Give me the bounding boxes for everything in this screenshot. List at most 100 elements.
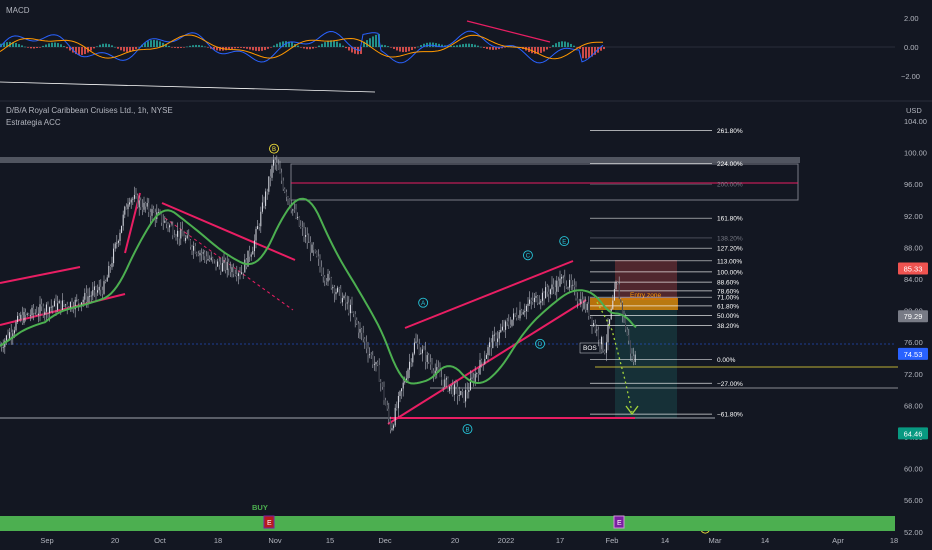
macd-bar — [372, 36, 374, 47]
macd-bar — [300, 47, 302, 48]
candle-body — [167, 224, 169, 228]
candle-body — [453, 384, 455, 395]
candle-body — [249, 250, 251, 257]
candle-body — [153, 209, 155, 212]
macd-bar — [60, 44, 62, 47]
macd-bar — [279, 42, 281, 47]
time-tick: 17 — [556, 536, 564, 545]
macd-bar — [342, 45, 344, 47]
candle-body — [50, 306, 52, 308]
candle-body — [517, 318, 519, 319]
candle-body — [175, 236, 177, 238]
candle-body — [402, 382, 404, 389]
price-tick: 88.00 — [904, 243, 923, 252]
fib-label: 100.00% — [717, 269, 743, 276]
macd-bar — [126, 47, 128, 52]
candle-body — [578, 301, 580, 304]
candle-body — [593, 323, 595, 326]
candle-body — [21, 314, 23, 323]
candle-body — [236, 274, 238, 276]
macd-bar — [318, 45, 320, 47]
candle-body — [97, 290, 99, 293]
candle-body — [601, 337, 603, 345]
candle-body — [183, 236, 185, 241]
candle-body — [141, 207, 143, 210]
candle-body — [60, 300, 62, 311]
candle-body — [615, 282, 617, 290]
candle-body — [367, 348, 369, 355]
price-tag-label: 85.33 — [904, 264, 923, 273]
macd-divergence-line-2 — [466, 20, 551, 43]
candle-body — [20, 314, 22, 320]
candle-body — [209, 259, 211, 260]
candle-body — [377, 362, 379, 366]
candle-body — [93, 286, 95, 290]
macd-bar — [567, 42, 569, 47]
candle-body — [92, 289, 94, 296]
indicator-name: Estrategia ACC — [6, 118, 61, 127]
candle-body — [322, 274, 324, 277]
macd-bar — [312, 47, 314, 49]
candle-body — [161, 213, 163, 223]
candle-body — [287, 197, 289, 200]
macd-bar — [258, 47, 260, 52]
candle-body — [233, 267, 235, 274]
macd-bar — [411, 47, 413, 51]
candle-body — [524, 311, 526, 313]
candle-body — [529, 299, 531, 304]
candle-body — [257, 226, 259, 230]
candle-body — [231, 267, 233, 273]
candle-body — [89, 295, 91, 297]
macd-bar — [264, 47, 266, 51]
candle-body — [165, 220, 167, 225]
candle-body — [125, 206, 127, 210]
macd-bar — [243, 47, 245, 49]
candle-body — [228, 261, 230, 269]
macd-bar — [336, 41, 338, 47]
macd-bar — [246, 47, 248, 49]
macd-bar — [174, 47, 176, 48]
macd-title: MACD — [6, 6, 30, 15]
candle-body — [244, 259, 246, 273]
candle-body — [313, 244, 315, 251]
macd-bar — [381, 44, 383, 47]
candle-body — [439, 370, 441, 377]
earnings-marker-label: E — [617, 520, 622, 527]
macd-bar — [27, 47, 29, 48]
candle-body — [609, 319, 611, 325]
macd-bar — [231, 47, 233, 49]
macd-tick: −2.00 — [901, 72, 920, 81]
candle-body — [5, 335, 7, 341]
candle-body — [361, 329, 363, 333]
candle-body — [554, 287, 556, 292]
macd-bar — [39, 47, 41, 48]
candle-body — [588, 303, 590, 317]
candle-body — [401, 388, 403, 392]
candle-body — [15, 322, 17, 331]
macd-bar — [276, 43, 278, 47]
candle-body — [449, 386, 451, 391]
candle-body — [333, 286, 335, 295]
candle-body — [482, 362, 484, 364]
candle-body — [229, 268, 231, 273]
candle-body — [316, 251, 318, 257]
candle-body — [375, 362, 377, 365]
wave-label: B — [272, 147, 276, 153]
candle-body — [629, 340, 631, 354]
macd-bar — [159, 41, 161, 47]
candle-body — [268, 176, 270, 192]
candle-body — [567, 287, 569, 289]
candle-body — [537, 295, 539, 304]
macd-bar — [549, 47, 551, 48]
candle-body — [345, 296, 347, 304]
macd-bar — [393, 47, 395, 50]
candle-body — [365, 341, 367, 349]
candle-body — [505, 321, 507, 330]
candle-body — [148, 202, 150, 213]
price-tick: 104.00 — [904, 117, 927, 126]
candle-body — [186, 235, 188, 239]
bos-label: BOS — [583, 345, 597, 352]
candle-body — [25, 312, 27, 315]
candle-body — [213, 259, 215, 261]
entry-zone-label: Entry zone — [630, 292, 661, 299]
